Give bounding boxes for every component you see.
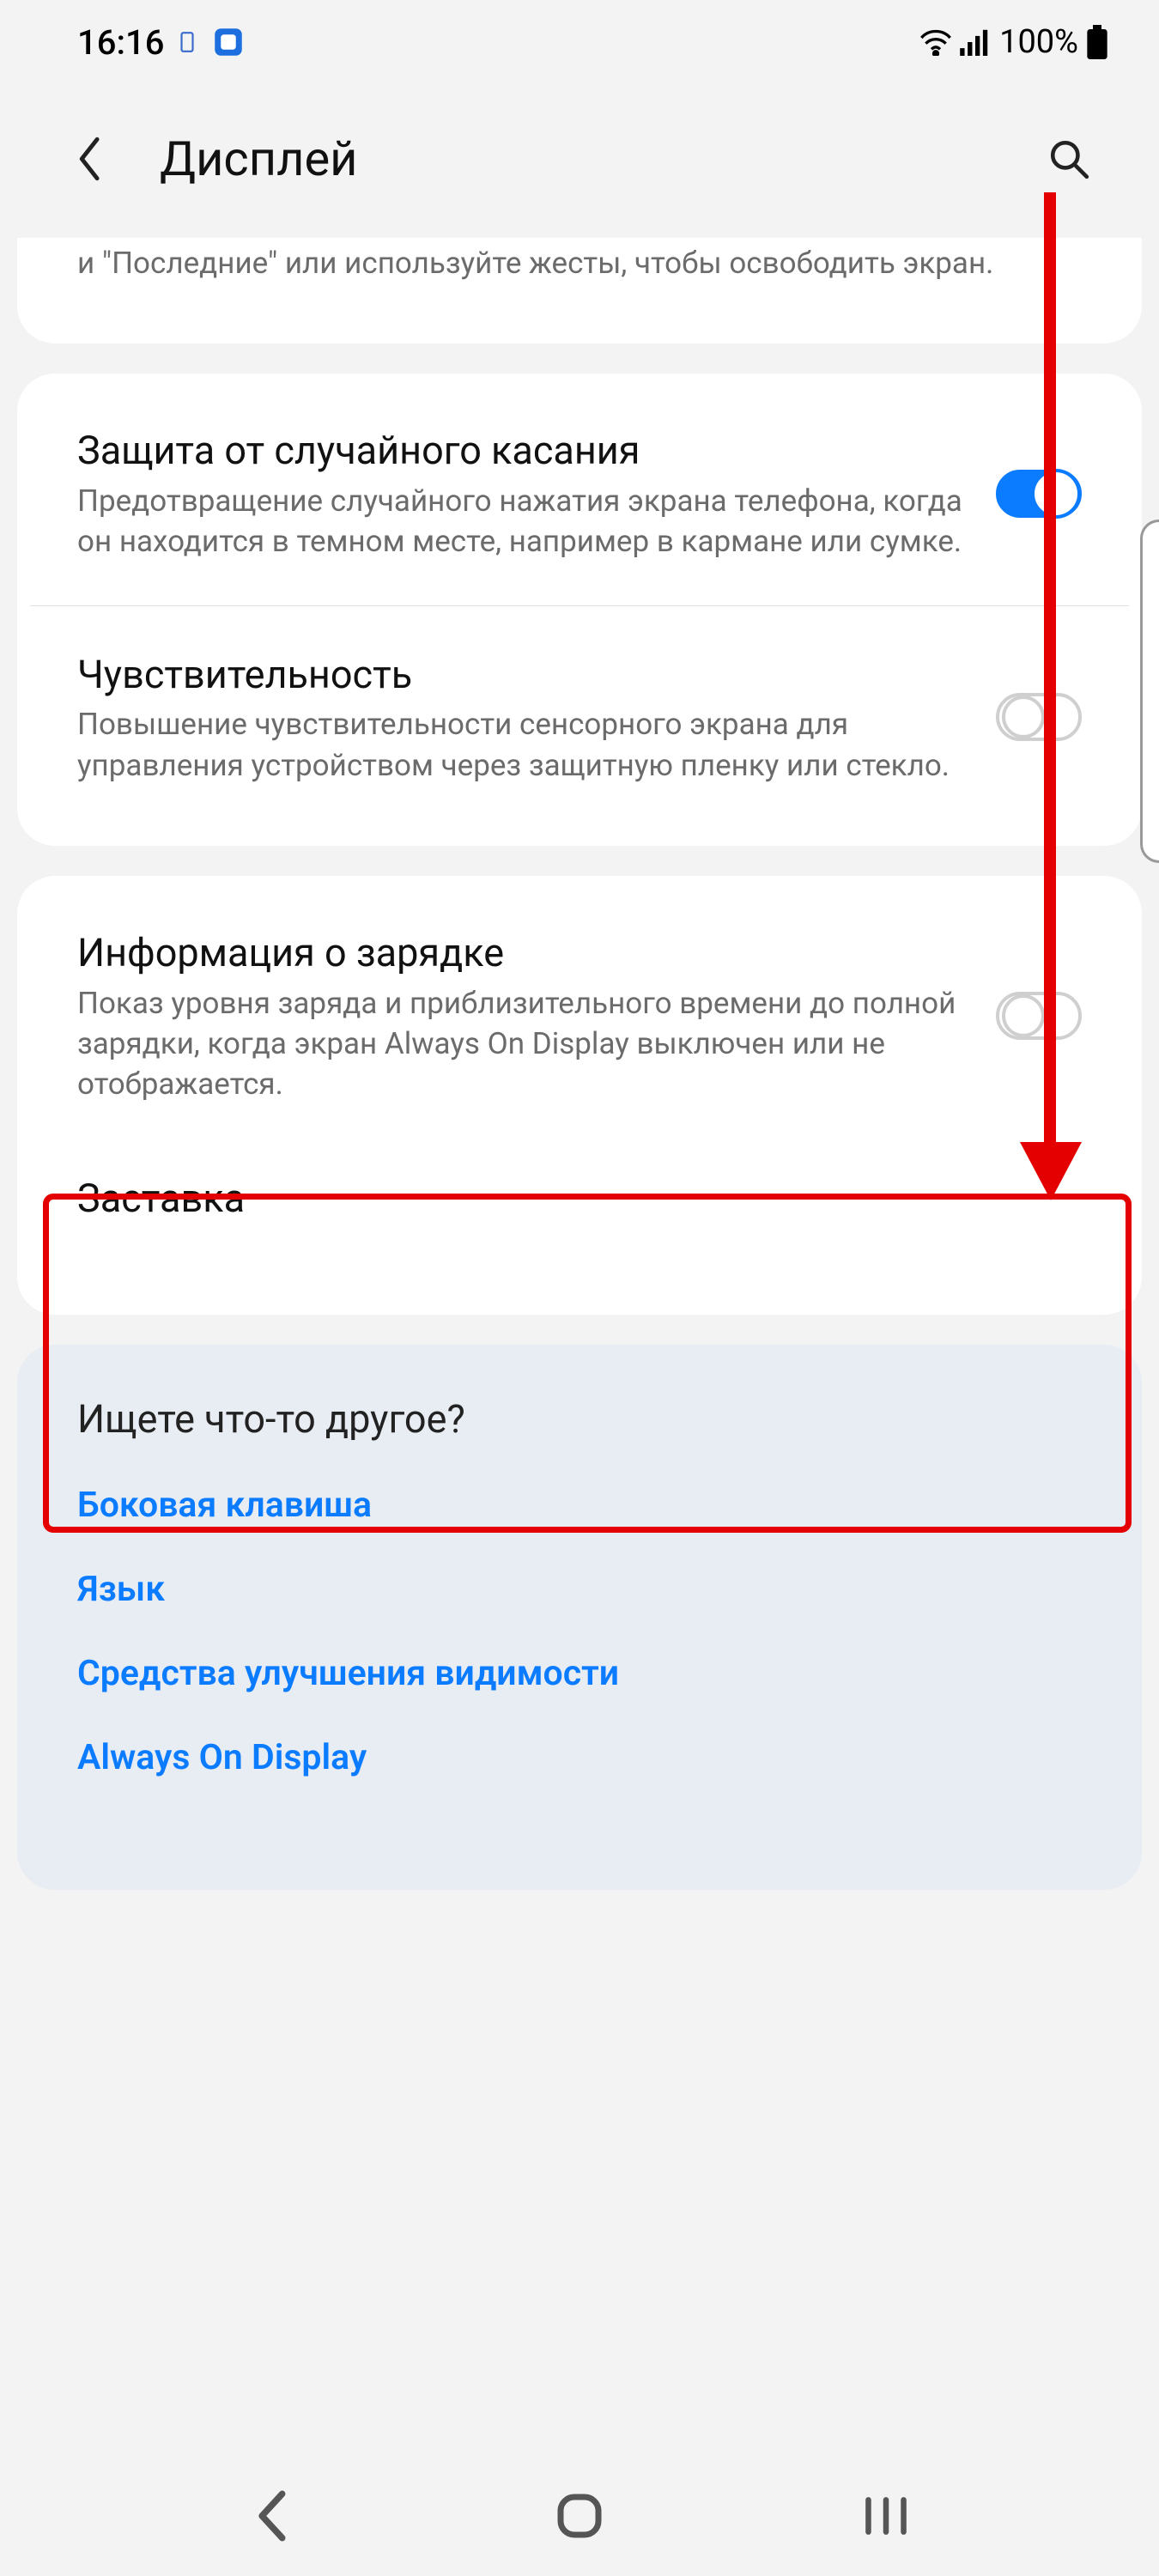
setting-subtitle: Повышение чувствительности сенсорного эк… (77, 704, 970, 786)
related-settings-card: Ищете что-то другое? Боковая клавиша Язы… (17, 1345, 1142, 1890)
setting-subtitle: Показ уровня заряда и приблизительного в… (77, 983, 970, 1105)
setting-title: Заставка (77, 1173, 1056, 1225)
app-bar: Дисплей (0, 86, 1159, 232)
setting-row-touch-sensitivity[interactable]: Чувствительность Повышение чувствительно… (17, 606, 1142, 811)
setting-title: Защита от случайного касания (77, 425, 970, 477)
setting-title: Информация о зарядке (77, 927, 970, 980)
page-title: Дисплей (160, 131, 1039, 187)
setting-row-charging-info[interactable]: Информация о зарядке Показ уровня заряда… (17, 910, 1142, 1131)
setting-card-touch: Защита от случайного касания Предотвраще… (17, 374, 1142, 846)
status-bar: 16:16 100% (0, 0, 1159, 84)
setting-subtitle: и "Последние" или используйте жесты, что… (77, 243, 1056, 283)
link-aod[interactable]: Always On Display (77, 1737, 1082, 1778)
nav-recents-button[interactable] (839, 2469, 933, 2563)
search-button[interactable] (1039, 129, 1099, 189)
link-language[interactable]: Язык (77, 1569, 1082, 1610)
nav-back-button[interactable] (226, 2469, 320, 2563)
settings-content: и "Последние" или используйте жесты, что… (0, 238, 1159, 2576)
toggle-accidental-touch[interactable] (996, 470, 1082, 518)
setting-card-charging: Информация о зарядке Показ уровня заряда… (17, 876, 1142, 1315)
status-battery-text: 100% (999, 23, 1078, 61)
toggle-charging-info[interactable] (996, 992, 1082, 1040)
status-time: 16:16 (77, 22, 164, 63)
app-icon (210, 24, 246, 60)
battery-icon (1087, 25, 1107, 59)
setting-card-navbar: и "Последние" или используйте жесты, что… (17, 238, 1142, 343)
signal-icon (960, 28, 991, 56)
phone-icon (176, 31, 198, 53)
wifi-icon (919, 28, 953, 56)
system-navbar (0, 2456, 1159, 2576)
related-heading: Ищете что-то другое? (77, 1396, 1082, 1442)
setting-row-screensaver[interactable]: Заставка (17, 1130, 1142, 1263)
scrollbar-handle[interactable] (1140, 519, 1159, 863)
setting-subtitle: Предотвращение случайного нажатия экрана… (77, 481, 970, 562)
toggle-touch-sensitivity[interactable] (996, 693, 1082, 741)
nav-home-button[interactable] (532, 2469, 627, 2563)
setting-title: Чувствительность (77, 649, 970, 702)
link-side-key[interactable]: Боковая клавиша (77, 1485, 1082, 1526)
link-visibility[interactable]: Средства улучшения видимости (77, 1653, 1082, 1694)
setting-row-navbar-partial[interactable]: и "Последние" или используйте жесты, что… (17, 238, 1142, 309)
setting-row-accidental-touch[interactable]: Защита от случайного касания Предотвраще… (17, 408, 1142, 587)
back-button[interactable] (60, 129, 120, 189)
